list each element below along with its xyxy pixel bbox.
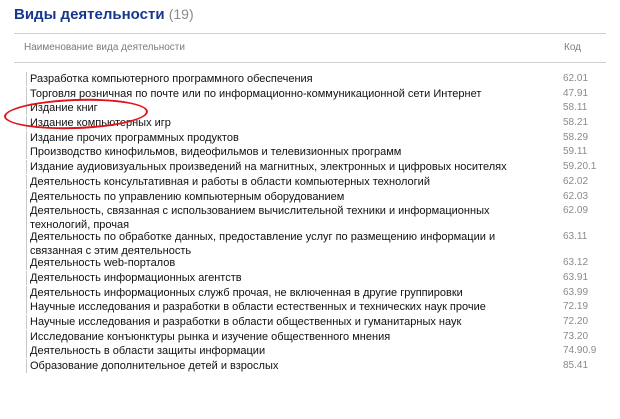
column-header-code: Код <box>564 42 582 53</box>
title-text: Виды деятельности <box>14 6 165 23</box>
table-row: Разработка компьютерного программного об… <box>14 72 606 87</box>
table-row: Деятельность информационных служб прочая… <box>14 285 606 301</box>
activity-name: Деятельность информационных агентств <box>26 270 540 285</box>
activity-name: Издание компьютерных игр <box>26 116 540 131</box>
table-row: Деятельность web-порталов 63.12 <box>14 256 606 271</box>
table-row: Издание прочих программных продуктов 58.2… <box>14 130 606 146</box>
activity-code: 72.19 <box>563 301 589 313</box>
activity-name: Разработка компьютерного программного об… <box>26 72 540 86</box>
page-title: Виды деятельности (19) <box>14 6 194 23</box>
activity-code: 58.29 <box>563 131 589 143</box>
table-row: Издание аудиовизуальных произведений на … <box>14 160 606 175</box>
activity-code: 73.20 <box>563 330 589 342</box>
activity-name: Издание книг <box>26 101 540 116</box>
activity-name: Научные исследования и разработки в обла… <box>26 314 540 329</box>
activities-table: Разработка компьютерного программного об… <box>14 72 606 374</box>
activity-code: 62.01 <box>563 73 589 84</box>
table-row: Деятельность по обработке данных, предос… <box>14 230 606 259</box>
activity-name: Производство кинофильмов, видеофильмов и… <box>26 145 540 160</box>
activity-code: 58.21 <box>563 117 589 129</box>
activity-name: Деятельность консультативная и работы в … <box>26 174 540 189</box>
column-header-name: Наименование вида деятельности <box>24 42 185 53</box>
activity-code: 59.11 <box>563 146 588 158</box>
activity-code: 58.11 <box>563 102 588 114</box>
table-row: Научные исследования и разработки в обла… <box>14 300 606 315</box>
table-row: Образование дополнительное детей и взрос… <box>14 359 606 374</box>
table-row: Деятельность консультативная и работы в … <box>14 174 606 190</box>
activity-code: 62.02 <box>563 175 589 187</box>
activity-name: Образование дополнительное детей и взрос… <box>26 359 540 373</box>
table-row: Издание книг 58.11 <box>14 101 606 116</box>
table-row: Издание компьютерных игр 58.21 <box>14 116 606 131</box>
table-row: Производство кинофильмов, видеофильмов и… <box>14 145 606 160</box>
activity-code: 62.09 <box>563 205 589 217</box>
activity-code: 63.12 <box>563 257 589 269</box>
activity-name: Издание аудиовизуальных произведений на … <box>26 160 540 175</box>
table-row: Торговля розничная по почте или по инфор… <box>14 86 606 102</box>
activity-name: Исследование конъюнктуры рынка и изучени… <box>26 329 540 344</box>
activity-name: Деятельность по управлению компьютерным … <box>26 189 540 204</box>
activity-code: 59.20.1 <box>563 161 597 173</box>
table-row: Научные исследования и разработки в обла… <box>14 314 606 330</box>
table-row: Деятельность по управлению компьютерным … <box>14 189 606 205</box>
activity-name: Деятельность web-порталов <box>26 256 540 271</box>
activity-name: Торговля розничная по почте или по инфор… <box>26 86 540 101</box>
activity-name: Деятельность по обработке данных, предос… <box>26 230 540 259</box>
activity-code: 62.03 <box>563 190 589 202</box>
table-row: Исследование конъюнктуры рынка и изучени… <box>14 329 606 345</box>
activity-code: 74.90.9 <box>563 345 597 357</box>
activity-code: 72.20 <box>563 315 589 327</box>
table-row: Деятельность информационных агентств 63.9… <box>14 270 606 286</box>
table-row: Деятельность в области защиты информации… <box>14 344 606 359</box>
activity-code: 63.91 <box>563 271 589 283</box>
title-count: (19) <box>168 6 194 22</box>
activity-name: Деятельность, связанная с использованием… <box>26 204 540 233</box>
activity-code: 63.11 <box>563 231 588 243</box>
activity-code: 47.91 <box>563 87 589 99</box>
activity-name: Издание прочих программных продуктов <box>26 130 540 145</box>
activity-name: Деятельность в области защиты информации <box>26 344 540 359</box>
activity-code: 85.41 <box>563 360 589 371</box>
table-row: Деятельность, связанная с использованием… <box>14 204 606 233</box>
activity-code: 63.99 <box>563 286 589 298</box>
activity-name: Деятельность информационных служб прочая… <box>26 285 540 300</box>
table-header: Наименование вида деятельности Код <box>14 33 606 63</box>
activity-name: Научные исследования и разработки в обла… <box>26 300 540 315</box>
